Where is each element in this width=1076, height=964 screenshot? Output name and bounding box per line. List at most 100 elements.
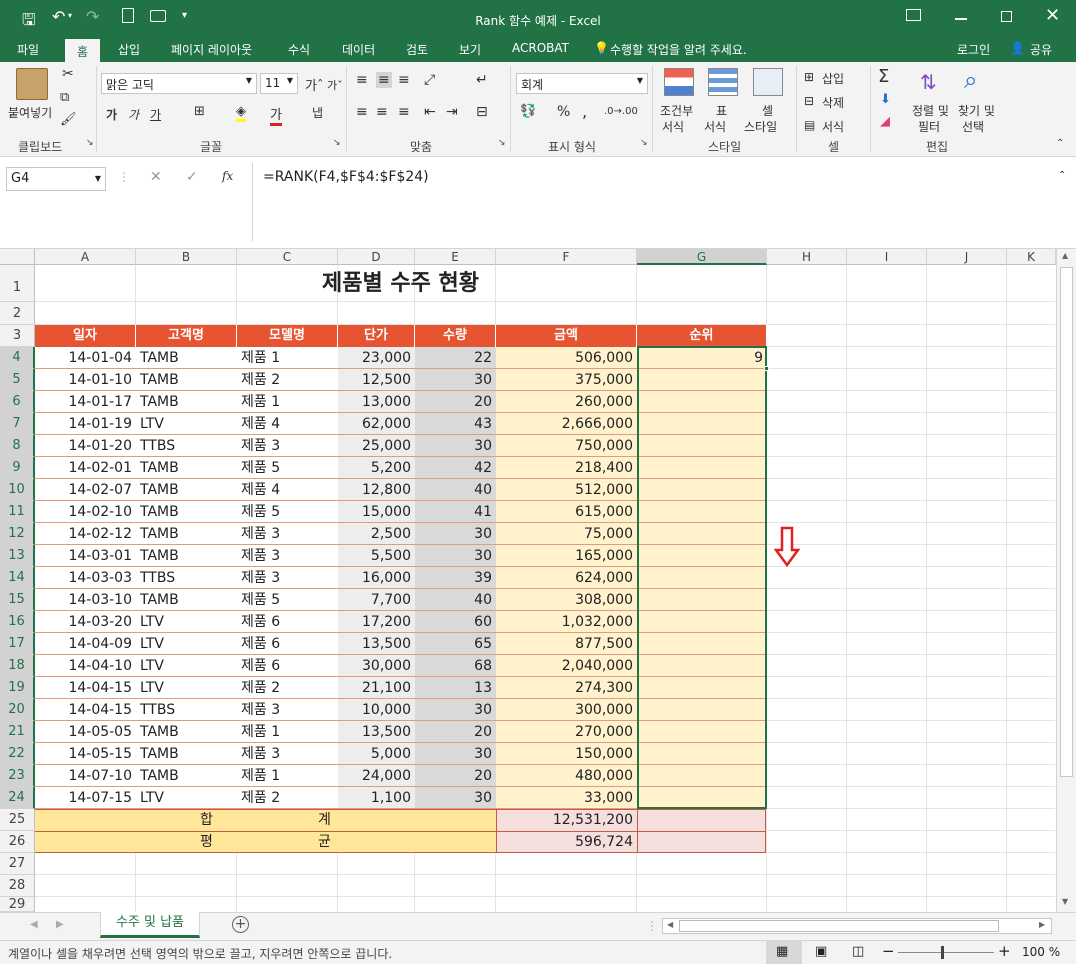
table-cell[interactable]: 624,000 bbox=[496, 567, 637, 589]
align-top-icon[interactable]: ≡ bbox=[356, 72, 368, 88]
table-cell[interactable]: 20 bbox=[415, 765, 496, 787]
total-value[interactable]: 12,531,200 bbox=[496, 809, 637, 831]
row-header[interactable]: 22 bbox=[0, 743, 35, 765]
zoom-slider[interactable] bbox=[898, 952, 994, 953]
table-cell[interactable]: TAMB bbox=[136, 721, 237, 743]
table-cell[interactable]: 제품 1 bbox=[237, 721, 338, 743]
table-cell[interactable]: 13,500 bbox=[338, 721, 415, 743]
table-cell[interactable]: 제품 6 bbox=[237, 655, 338, 677]
average-label-right[interactable]: 균 bbox=[314, 831, 338, 853]
table-cell[interactable]: 제품 2 bbox=[237, 369, 338, 391]
tab-view[interactable]: 보기 bbox=[459, 41, 481, 58]
align-left-icon[interactable]: ≡ bbox=[356, 104, 368, 120]
format-as-table-icon[interactable] bbox=[708, 68, 738, 96]
table-cell[interactable]: 24,000 bbox=[338, 765, 415, 787]
conditional-formatting-icon[interactable] bbox=[664, 68, 694, 96]
table-cell[interactable]: 43 bbox=[415, 413, 496, 435]
row-header[interactable]: 29 bbox=[0, 897, 35, 912]
table-cell[interactable]: 제품 6 bbox=[237, 611, 338, 633]
table-cell[interactable]: 제품 3 bbox=[237, 743, 338, 765]
tab-splitter-icon[interactable]: ⋮ bbox=[646, 919, 658, 933]
table-cell[interactable]: 14-04-15 bbox=[35, 699, 136, 721]
prev-sheet-icon[interactable]: ◀ bbox=[30, 919, 38, 930]
tab-insert[interactable]: 삽입 bbox=[118, 41, 140, 58]
sign-in-link[interactable]: 로그인 bbox=[957, 41, 990, 58]
cut-icon[interactable]: ✂ bbox=[62, 66, 74, 82]
scroll-thumb[interactable] bbox=[1060, 267, 1073, 777]
row-header[interactable]: 10 bbox=[0, 479, 35, 501]
table-cell[interactable]: 제품 3 bbox=[237, 435, 338, 457]
clear-icon[interactable]: ◢ bbox=[880, 114, 890, 129]
table-cell[interactable]: 30 bbox=[415, 435, 496, 457]
table-cell[interactable]: 14-03-01 bbox=[35, 545, 136, 567]
table-cell[interactable] bbox=[637, 589, 767, 611]
font-color-icon[interactable]: 가 bbox=[270, 104, 282, 126]
scroll-left-icon[interactable]: ◀ bbox=[667, 920, 673, 929]
tab-page-layout[interactable]: 페이지 레이아웃 bbox=[171, 41, 252, 58]
percent-button[interactable]: % bbox=[557, 104, 570, 120]
table-cell[interactable]: 14-03-03 bbox=[35, 567, 136, 589]
column-header[interactable]: E bbox=[415, 249, 496, 265]
table-cell[interactable]: 218,400 bbox=[496, 457, 637, 479]
table-cell[interactable]: 14-04-10 bbox=[35, 655, 136, 677]
table-cell[interactable]: 40 bbox=[415, 589, 496, 611]
table-cell[interactable]: 165,000 bbox=[496, 545, 637, 567]
bold-button[interactable]: 가 bbox=[106, 106, 117, 123]
table-cell[interactable]: TAMB bbox=[136, 369, 237, 391]
borders-icon[interactable]: ⊞ bbox=[194, 104, 205, 119]
average-value[interactable]: 596,724 bbox=[496, 831, 637, 853]
row-header[interactable]: 19 bbox=[0, 677, 35, 699]
table-cell[interactable]: 제품 5 bbox=[237, 589, 338, 611]
zoom-level[interactable]: 100 % bbox=[1022, 945, 1060, 959]
table-cell[interactable]: LTV bbox=[136, 655, 237, 677]
sort-filter-icon[interactable]: ⇅ bbox=[920, 70, 937, 94]
table-cell[interactable]: 14-02-07 bbox=[35, 479, 136, 501]
increase-font-icon[interactable]: 가ˆ bbox=[305, 75, 323, 94]
italic-button[interactable]: 가 bbox=[128, 106, 139, 123]
share-button[interactable]: 공유 bbox=[1030, 41, 1052, 58]
table-cell[interactable]: 512,000 bbox=[496, 479, 637, 501]
table-cell[interactable]: 14-07-10 bbox=[35, 765, 136, 787]
table-cell[interactable]: 5,500 bbox=[338, 545, 415, 567]
table-cell[interactable]: TTBS bbox=[136, 699, 237, 721]
table-cell[interactable]: 300,000 bbox=[496, 699, 637, 721]
tab-acrobat[interactable]: ACROBAT bbox=[512, 41, 569, 55]
insert-cells-button[interactable]: 삽입 bbox=[822, 70, 844, 87]
table-cell[interactable]: 33,000 bbox=[496, 787, 637, 809]
table-cell[interactable] bbox=[637, 567, 767, 589]
table-cell[interactable]: 제품 1 bbox=[237, 347, 338, 369]
table-cell[interactable]: TAMB bbox=[136, 743, 237, 765]
table-cell[interactable]: 2,500 bbox=[338, 523, 415, 545]
table-cell[interactable]: 14-01-04 bbox=[35, 347, 136, 369]
table-cell[interactable] bbox=[637, 413, 767, 435]
tab-home[interactable]: 홈 bbox=[65, 39, 101, 63]
table-cell[interactable]: 21,100 bbox=[338, 677, 415, 699]
table-cell[interactable] bbox=[637, 501, 767, 523]
table-cell[interactable]: 30 bbox=[415, 743, 496, 765]
table-cell[interactable]: 2,040,000 bbox=[496, 655, 637, 677]
table-cell[interactable] bbox=[637, 655, 767, 677]
copy-icon[interactable]: ⧉ bbox=[60, 90, 69, 105]
number-launcher-icon[interactable]: ↘ bbox=[640, 138, 648, 148]
table-cell[interactable]: 30 bbox=[415, 699, 496, 721]
table-cell[interactable]: 150,000 bbox=[496, 743, 637, 765]
table-cell[interactable]: 30 bbox=[415, 369, 496, 391]
table-cell[interactable]: 17,200 bbox=[338, 611, 415, 633]
accounting-format-icon[interactable]: 💱 bbox=[520, 104, 536, 119]
table-cell[interactable]: TAMB bbox=[136, 479, 237, 501]
align-center-icon[interactable]: ≡ bbox=[376, 104, 388, 120]
wrap-text-icon[interactable]: ↵ bbox=[476, 72, 488, 88]
average-label-left[interactable]: 평 bbox=[196, 831, 220, 853]
header-cell[interactable]: 단가 bbox=[338, 325, 415, 347]
table-cell[interactable] bbox=[637, 699, 767, 721]
table-cell[interactable]: 41 bbox=[415, 501, 496, 523]
format-painter-icon[interactable]: 🖌 bbox=[60, 112, 77, 127]
vertical-scrollbar[interactable]: ▲ ▼ bbox=[1056, 249, 1076, 912]
table-cell[interactable]: 14-02-01 bbox=[35, 457, 136, 479]
column-header[interactable]: H bbox=[767, 249, 847, 265]
table-cell[interactable]: 제품 6 bbox=[237, 633, 338, 655]
insert-function-icon[interactable]: fx bbox=[222, 169, 233, 183]
tab-file[interactable]: 파일 bbox=[17, 41, 39, 58]
format-as-table-label-2[interactable]: 서식 bbox=[704, 118, 726, 135]
row-header[interactable]: 20 bbox=[0, 699, 35, 721]
